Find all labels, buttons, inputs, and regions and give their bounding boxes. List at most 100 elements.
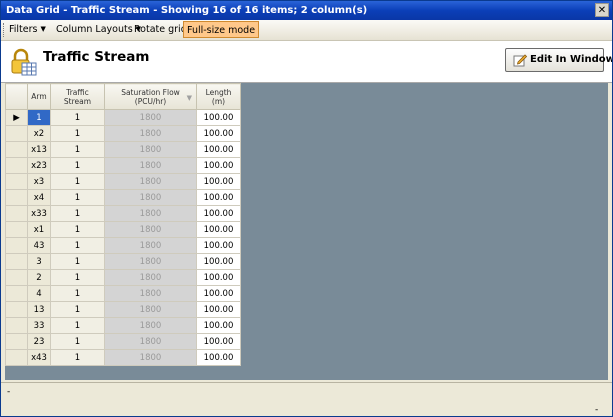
traffic-stream-cell[interactable]: 1	[50, 157, 105, 174]
traffic-stream-cell[interactable]: 1	[50, 221, 105, 238]
length-cell[interactable]: 100.00	[196, 301, 241, 318]
filters-menu[interactable]: Filters ▼	[9, 20, 46, 40]
column-header-length[interactable]: Length (m)	[196, 83, 241, 110]
arm-cell[interactable]: x43	[27, 349, 51, 366]
arm-cell[interactable]: 23	[27, 333, 51, 350]
table-row[interactable]: x2 1 1800 100.00	[5, 125, 241, 142]
table-row[interactable]: ▶ 1 1 1800 100.00	[5, 109, 241, 126]
row-header[interactable]	[5, 157, 28, 174]
table-row[interactable]: 4 1 1800 100.00	[5, 285, 241, 302]
row-header[interactable]	[5, 221, 28, 238]
length-cell[interactable]: 100.00	[196, 141, 241, 158]
arm-cell[interactable]: 2	[27, 269, 51, 286]
row-header[interactable]	[5, 141, 28, 158]
table-row[interactable]: 2 1 1800 100.00	[5, 269, 241, 286]
length-cell[interactable]: 100.00	[196, 109, 241, 126]
row-header[interactable]	[5, 173, 28, 190]
status-text-left: -	[7, 387, 11, 397]
traffic-stream-cell[interactable]: 1	[50, 349, 105, 366]
table-row[interactable]: x13 1 1800 100.00	[5, 141, 241, 158]
arm-cell[interactable]: 3	[27, 253, 51, 270]
arm-cell[interactable]: x2	[27, 125, 51, 142]
arm-cell[interactable]: 1	[27, 109, 51, 126]
row-header[interactable]	[5, 333, 28, 350]
traffic-stream-cell[interactable]: 1	[50, 333, 105, 350]
column-layouts-menu[interactable]: Column Layouts ▼	[56, 20, 141, 40]
toolbar: Filters ▼ Column Layouts ▼ Rotate grid Ful…	[1, 20, 612, 41]
title-bar[interactable]: Data Grid - Traffic Stream - Showing 16 …	[1, 1, 612, 20]
table-row[interactable]: 23 1 1800 100.00	[5, 333, 241, 350]
arm-cell[interactable]: 43	[27, 237, 51, 254]
traffic-stream-cell[interactable]: 1	[50, 317, 105, 334]
traffic-stream-cell[interactable]: 1	[50, 269, 105, 286]
length-cell[interactable]: 100.00	[196, 189, 241, 206]
length-cell[interactable]: 100.00	[196, 349, 241, 366]
arm-cell[interactable]: 13	[27, 301, 51, 318]
toolbar-grip[interactable]	[3, 23, 6, 37]
close-button[interactable]: ✕	[595, 3, 609, 17]
traffic-stream-cell[interactable]: 1	[50, 109, 105, 126]
saturation-flow-cell: 1800	[104, 269, 197, 286]
row-header[interactable]	[5, 269, 28, 286]
column-header-saturation-flow[interactable]: Saturation Flow (PCU/hr) ▼	[104, 83, 197, 110]
table-row[interactable]: 3 1 1800 100.00	[5, 253, 241, 270]
traffic-stream-cell[interactable]: 1	[50, 205, 105, 222]
table-row[interactable]: x3 1 1800 100.00	[5, 173, 241, 190]
length-cell[interactable]: 100.00	[196, 269, 241, 286]
traffic-stream-cell[interactable]: 1	[50, 173, 105, 190]
arm-cell[interactable]: x23	[27, 157, 51, 174]
corner-header[interactable]	[5, 83, 28, 110]
length-cell[interactable]: 100.00	[196, 317, 241, 334]
arm-cell[interactable]: x3	[27, 173, 51, 190]
saturation-flow-cell: 1800	[104, 285, 197, 302]
traffic-stream-cell[interactable]: 1	[50, 189, 105, 206]
rotate-grid-button[interactable]: Rotate grid	[134, 20, 187, 40]
arm-cell[interactable]: 33	[27, 317, 51, 334]
table-row[interactable]: 43 1 1800 100.00	[5, 237, 241, 254]
traffic-stream-cell[interactable]: 1	[50, 285, 105, 302]
length-cell[interactable]: 100.00	[196, 333, 241, 350]
table-row[interactable]: 33 1 1800 100.00	[5, 317, 241, 334]
length-cell[interactable]: 100.00	[196, 205, 241, 222]
length-cell[interactable]: 100.00	[196, 125, 241, 142]
length-cell[interactable]: 100.00	[196, 253, 241, 270]
length-cell[interactable]: 100.00	[196, 173, 241, 190]
row-header[interactable]: ▶	[5, 109, 28, 126]
table-row[interactable]: x1 1 1800 100.00	[5, 221, 241, 238]
traffic-stream-cell[interactable]: 1	[50, 237, 105, 254]
column-header-traffic-stream[interactable]: Traffic Stream	[50, 83, 105, 110]
row-header[interactable]	[5, 125, 28, 142]
length-cell[interactable]: 100.00	[196, 237, 241, 254]
arm-cell[interactable]: x1	[27, 221, 51, 238]
row-header[interactable]	[5, 317, 28, 334]
column-layouts-label: Column Layouts	[56, 24, 133, 35]
column-header-arm[interactable]: Arm	[27, 83, 51, 110]
arm-cell[interactable]: x33	[27, 205, 51, 222]
table-row[interactable]: x23 1 1800 100.00	[5, 157, 241, 174]
table-row[interactable]: x4 1 1800 100.00	[5, 189, 241, 206]
row-header[interactable]	[5, 237, 28, 254]
table-row[interactable]: x33 1 1800 100.00	[5, 205, 241, 222]
traffic-stream-cell[interactable]: 1	[50, 253, 105, 270]
row-header[interactable]	[5, 301, 28, 318]
arm-cell[interactable]: 4	[27, 285, 51, 302]
saturation-flow-cell: 1800	[104, 333, 197, 350]
saturation-flow-cell: 1800	[104, 141, 197, 158]
row-header[interactable]	[5, 253, 28, 270]
row-header[interactable]	[5, 285, 28, 302]
arm-cell[interactable]: x13	[27, 141, 51, 158]
full-size-mode-button[interactable]: Full-size mode	[183, 21, 260, 38]
row-header[interactable]	[5, 205, 28, 222]
row-header[interactable]	[5, 189, 28, 206]
row-header[interactable]	[5, 349, 28, 366]
length-cell[interactable]: 100.00	[196, 285, 241, 302]
traffic-stream-cell[interactable]: 1	[50, 141, 105, 158]
table-row[interactable]: 13 1 1800 100.00	[5, 301, 241, 318]
arm-cell[interactable]: x4	[27, 189, 51, 206]
edit-in-window-button[interactable]: Edit In Window	[505, 48, 612, 72]
table-row[interactable]: x43 1 1800 100.00	[5, 349, 241, 366]
traffic-stream-cell[interactable]: 1	[50, 125, 105, 142]
length-cell[interactable]: 100.00	[196, 157, 241, 174]
length-cell[interactable]: 100.00	[196, 221, 241, 238]
traffic-stream-cell[interactable]: 1	[50, 301, 105, 318]
